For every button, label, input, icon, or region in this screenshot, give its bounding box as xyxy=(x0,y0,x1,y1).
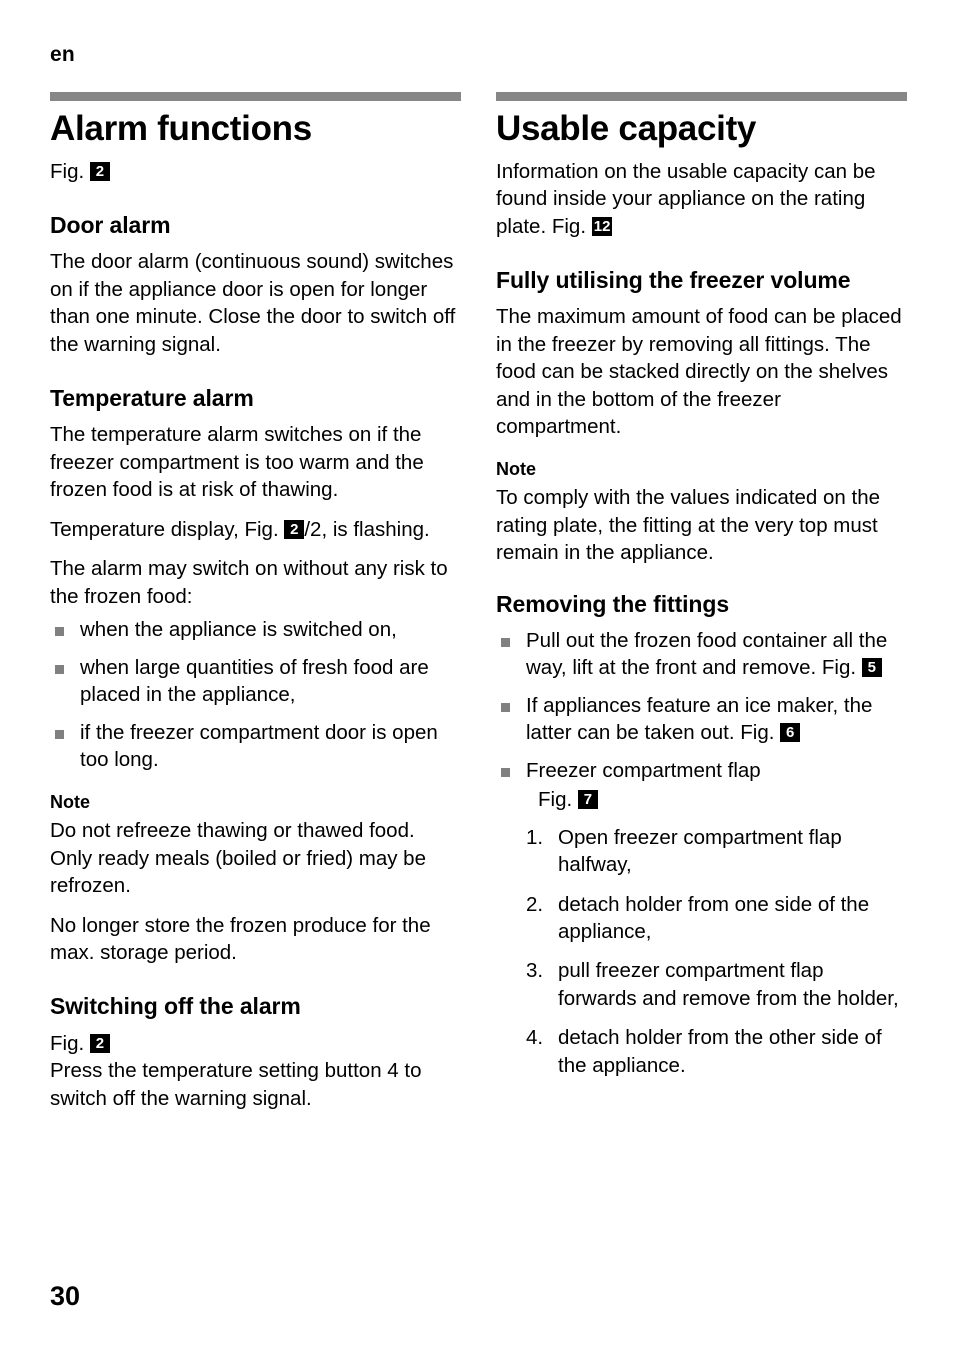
chapter-title-usable-capacity: Usable capacity xyxy=(496,109,757,148)
list-item-label: Pull out the frozen food container all t… xyxy=(526,628,888,680)
chapter-rule-right xyxy=(496,92,907,101)
square-bullet-icon xyxy=(55,729,64,739)
document-page: en Alarm functions Fig. 2 Door alarm The… xyxy=(0,0,954,1354)
list-item: when the appliance is switched on, xyxy=(50,616,461,643)
paragraph-temperature-alarm-1: The temperature alarm switches on if the… xyxy=(50,423,424,502)
step-number: 2. xyxy=(526,892,544,916)
step-label: detach holder from one side of the appli… xyxy=(558,892,870,944)
fig-badge: 6 xyxy=(780,723,801,743)
fig-badge: 2 xyxy=(89,1033,110,1053)
chapter-rule-left xyxy=(50,92,461,101)
paragraph-usable-capacity-intro: Information on the usable capacity can b… xyxy=(496,158,907,240)
fig-label: Fig. xyxy=(50,159,85,183)
step-number: 3. xyxy=(526,959,544,983)
list-item: If appliances feature an ice maker, the … xyxy=(496,692,907,747)
list-item: 4. detach holder from the other side of t… xyxy=(526,1024,907,1079)
bullet-list-removing-fittings: Pull out the frozen food container all t… xyxy=(496,627,907,814)
paragraph-temperature-display: Temperature display, Fig. 2/2, is flashi… xyxy=(50,516,461,543)
list-item: when large quantities of fresh food are … xyxy=(50,654,461,709)
list-item: 2. detach holder from one side of the app… xyxy=(526,891,907,946)
page-number: 30 xyxy=(50,1281,81,1311)
left-column: Alarm functions Fig. 2 Door alarm The do… xyxy=(50,92,461,1124)
two-column-body: Alarm functions Fig. 2 Door alarm The do… xyxy=(50,92,908,1124)
fig-label: Fig. xyxy=(538,788,573,812)
note-paragraph-usable-capacity: To comply with the values indicated on t… xyxy=(496,486,881,565)
square-bullet-icon xyxy=(501,702,510,712)
fig-badge: 7 xyxy=(577,790,598,810)
fig-badge: 2 xyxy=(89,161,110,181)
list-item: 3. pull freezer compartment flap forwards… xyxy=(526,957,907,1012)
note-paragraph-2: No longer store the frozen produce for t… xyxy=(50,913,431,965)
bullet-list-alarm-causes: when the appliance is switched on, when … xyxy=(50,616,461,773)
paragraph-switching-off: Press the temperature setting button 4 t… xyxy=(50,1059,422,1110)
figure-reference-alarm-functions: Fig. 2 xyxy=(50,158,461,185)
temperature-display-prefix: Temperature display, Fig. xyxy=(50,517,279,541)
right-column: Usable capacity Information on the usabl… xyxy=(496,92,907,1124)
section-title-door-alarm: Door alarm xyxy=(50,212,171,239)
note-paragraph-1: Do not refreeze thawing or thawed food. … xyxy=(50,819,426,898)
list-item-label: if the freezer compartment door is open … xyxy=(80,720,438,772)
step-label: pull freezer compartment flap forwards a… xyxy=(558,959,899,1010)
list-item: if the freezer compartment door is open … xyxy=(50,719,461,774)
square-bullet-icon xyxy=(55,627,64,637)
list-item: Freezer compartment flap Fig. 7 xyxy=(496,757,907,814)
intro-text: Information on the usable capacity can b… xyxy=(496,159,876,238)
fig-label: Fig. xyxy=(50,1031,85,1055)
section-title-removing-the-fittings: Removing the fittings xyxy=(496,590,730,617)
figure-reference-switching-off: Fig. 2 xyxy=(50,1030,461,1057)
square-bullet-icon xyxy=(55,664,64,674)
fig-badge: 5 xyxy=(861,658,882,678)
step-number: 1. xyxy=(526,825,544,849)
paragraph-door-alarm: The door alarm (continuous sound) switch… xyxy=(50,250,456,356)
section-title-temperature-alarm: Temperature alarm xyxy=(50,385,254,412)
step-label: detach holder from the other side of the… xyxy=(558,1026,882,1077)
step-label: Open freezer compartment flap halfway, xyxy=(558,825,842,877)
square-bullet-icon xyxy=(501,637,510,647)
numbered-list-freezer-flap-steps: 1. Open freezer compartment flap halfway,… xyxy=(496,824,907,1080)
fig-badge: 12 xyxy=(591,216,613,236)
list-item-label: when large quantities of fresh food are … xyxy=(80,655,429,707)
fig-badge: 2 xyxy=(284,519,305,539)
temperature-display-suffix: /2, is flashing. xyxy=(304,517,430,541)
list-item: 1. Open freezer compartment flap halfway, xyxy=(526,824,907,879)
note-heading-temperature-alarm: Note xyxy=(50,791,90,812)
note-heading-usable-capacity: Note xyxy=(496,458,536,479)
square-bullet-icon xyxy=(501,767,510,777)
paragraph-fully-utilising: The maximum amount of food can be placed… xyxy=(496,305,902,439)
running-head: en xyxy=(50,43,75,66)
list-item-label: when the appliance is switched on, xyxy=(80,618,397,642)
section-title-switching-off-the-alarm: Switching off the alarm xyxy=(50,993,301,1020)
section-title-fully-utilising-freezer-volume: Fully utilising the freezer volume xyxy=(496,267,851,294)
list-item: Pull out the frozen food container all t… xyxy=(496,627,907,682)
list-item-label: Freezer compartment flap xyxy=(526,758,761,782)
paragraph-temperature-alarm-2: The alarm may switch on without any risk… xyxy=(50,557,448,608)
list-item-label: If appliances feature an ice maker, the … xyxy=(526,693,873,745)
chapter-title-alarm-functions: Alarm functions xyxy=(50,109,312,148)
figure-reference-freezer-flap: Fig. 7 xyxy=(526,786,907,813)
step-number: 4. xyxy=(526,1026,544,1050)
